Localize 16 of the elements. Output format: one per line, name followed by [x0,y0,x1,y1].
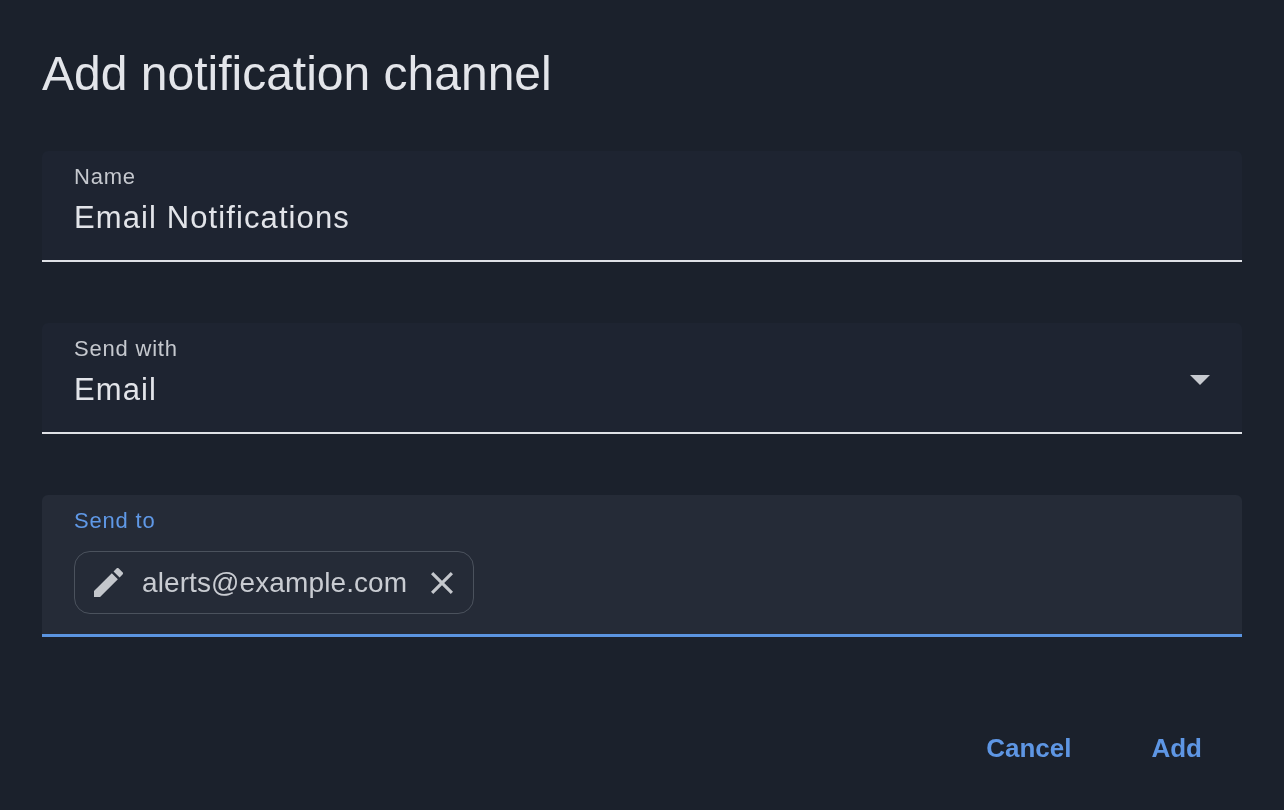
text-field[interactable]: Name Email Notifications [42,151,1242,262]
select-field[interactable]: Send with Email [42,323,1242,434]
caret-down-icon [1190,375,1210,385]
field-label: Send to [74,507,156,535]
field-value: Email Notifications [74,199,350,237]
pencil-icon[interactable] [94,568,123,597]
cancel-button[interactable]: Cancel [970,722,1088,774]
email-chip[interactable]: alerts@example.com [74,551,475,614]
field-value: Email [74,371,157,409]
dialog-title: Add notification channel [42,46,552,102]
add-button[interactable]: Add [1135,722,1218,774]
chip-input-field[interactable]: Send to alerts@example.com [42,495,1242,637]
close-icon[interactable] [431,571,454,594]
chip-label: alerts@example.com [142,565,408,600]
field-label: Name [74,163,136,191]
field-label: Send with [74,335,178,363]
